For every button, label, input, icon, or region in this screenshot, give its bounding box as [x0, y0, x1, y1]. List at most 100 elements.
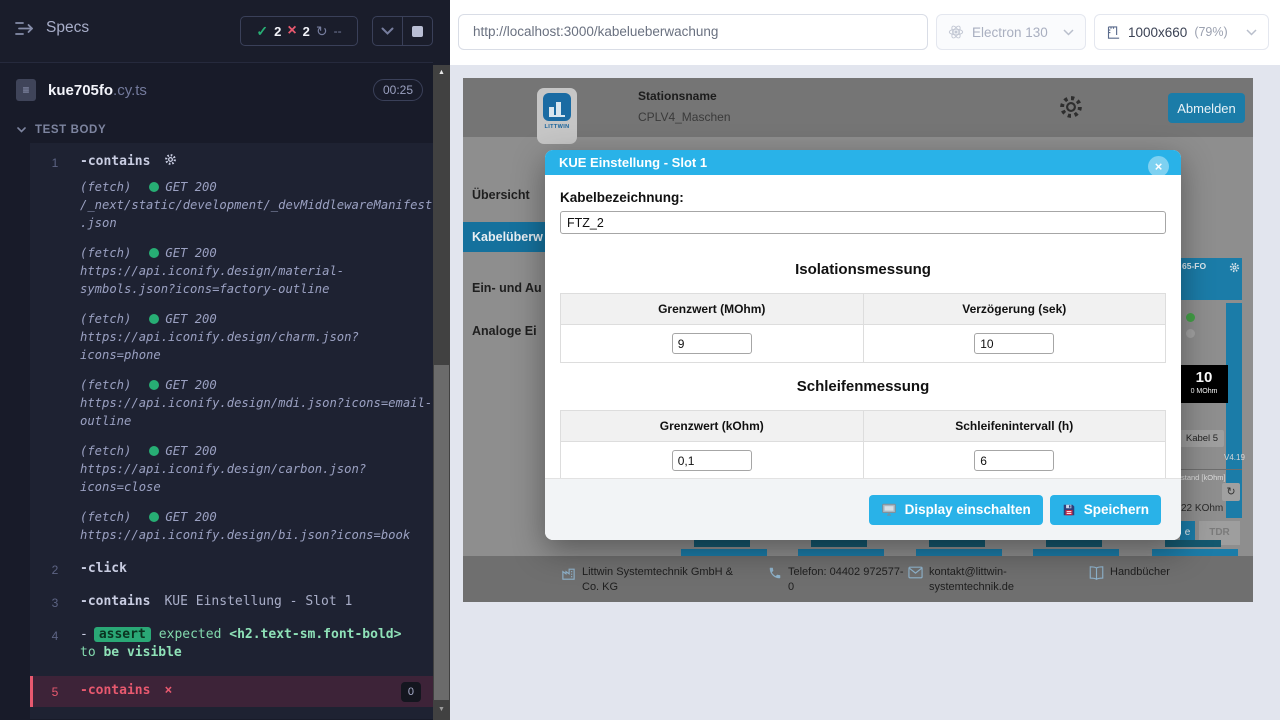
command-name: -contains — [80, 682, 150, 700]
station-name-value: CPLV4_Maschen — [638, 110, 731, 124]
fetch-url: https://api.iconify.design/charm.json?ic… — [80, 328, 433, 364]
monitor-icon — [881, 503, 897, 517]
specs-label: Specs — [46, 19, 89, 37]
fetch-log-entry[interactable]: (fetch)GET 200 https://api.iconify.desig… — [80, 376, 433, 430]
browser-chrome: http://localhost:3000/kabelueberwachung … — [450, 0, 1280, 65]
settings-gear-icon[interactable] — [1058, 94, 1084, 125]
sidebar-item-uebersicht[interactable]: Übersicht — [472, 188, 530, 202]
command-row-contains-1[interactable]: 1 -contains — [30, 149, 433, 176]
status-dot-icon — [149, 248, 159, 258]
led-grey-icon — [1186, 329, 1195, 338]
slot-gear-icon[interactable] — [1229, 260, 1240, 278]
refresh-icon[interactable]: ↻ — [1222, 483, 1240, 501]
isolation-delay-input[interactable] — [974, 333, 1054, 354]
sidebar-item-analoge-eingaenge[interactable]: Analoge Ei — [472, 324, 537, 338]
fetch-log-entry[interactable]: (fetch)GET 200 https://api.iconify.desig… — [80, 508, 433, 544]
fetch-status: GET 200 — [165, 310, 216, 328]
modal-title-bar: KUE Einstellung - Slot 1 × — [545, 150, 1181, 175]
status-dot-icon — [149, 446, 159, 456]
table-cell — [561, 442, 864, 480]
passed-icon: ✓ — [256, 23, 268, 40]
viewport-select[interactable]: 1000x660 (79%) — [1094, 14, 1269, 50]
collapse-button[interactable] — [373, 17, 402, 45]
failed-icon: × — [287, 23, 296, 39]
station-name-label: Stationsname — [638, 89, 717, 103]
fetch-log-entry[interactable]: (fetch)GET 200 https://api.iconify.desig… — [80, 310, 433, 364]
spec-file-name: kue705fo.cy.ts — [48, 82, 147, 99]
logout-button[interactable]: Abmelden — [1168, 93, 1245, 123]
footer-manuals[interactable]: Handbücher — [1089, 565, 1170, 580]
resistance-label: stand [kOhm] — [1181, 473, 1226, 482]
column-header: Grenzwert (kOhm) — [561, 411, 864, 442]
test-body-label: TEST BODY — [35, 124, 106, 136]
slot-cable-chip: Kabel 5 — [1180, 430, 1224, 447]
cable-name-label: Kabelbezeichnung: — [560, 190, 1166, 205]
spec-timer: 00:25 — [373, 79, 423, 101]
close-icon[interactable]: × — [1148, 156, 1169, 177]
command-row-assert[interactable]: 4 -assertexpected <h2.text-sm.font-bold>… — [30, 622, 433, 666]
display-on-button[interactable]: Display einschalten — [869, 495, 1043, 525]
save-label: Speichern — [1084, 502, 1149, 517]
fetch-url: https://api.iconify.design/mdi.json?icon… — [80, 394, 433, 430]
stop-icon — [412, 26, 423, 37]
specs-title[interactable]: Specs — [15, 19, 89, 37]
fetch-log-entry[interactable]: (fetch)GET 200 https://api.iconify.desig… — [80, 244, 433, 298]
command-row-click[interactable]: 2 -click — [30, 556, 433, 583]
specs-list-icon — [15, 20, 35, 37]
table-cell — [863, 442, 1166, 480]
isolation-limit-input[interactable] — [672, 333, 752, 354]
floppy-save-icon — [1062, 503, 1076, 517]
footer-phone[interactable]: Telefon: 04402 972577-0 — [768, 565, 908, 595]
loop-limit-input[interactable] — [672, 450, 752, 471]
retry-count-badge: 0 — [401, 682, 421, 702]
table-cell — [863, 325, 1166, 363]
slot-version: V4.19 — [1224, 453, 1245, 462]
slot-title: 65-FO — [1182, 261, 1206, 271]
spec-file-icon: ≡ — [16, 79, 36, 101]
failed-count: 2 — [303, 24, 310, 39]
sidebar-item-ein-ausgaenge[interactable]: Ein- und Au — [472, 281, 542, 295]
fail-x-icon: × — [164, 682, 172, 700]
fetch-label: (fetch) — [80, 244, 131, 262]
cypress-reporter-panel: Specs ✓ 2 × 2 ↻ -- ≡ kue705fo.cy.ts 00:2… — [0, 0, 433, 720]
fetch-label: (fetch) — [80, 376, 131, 394]
fetch-log-entry[interactable]: (fetch)GET 200 /_next/static/development… — [80, 178, 433, 232]
fetch-status: GET 200 — [165, 178, 216, 196]
command-number: 1 — [30, 153, 80, 172]
status-dot-icon — [149, 314, 159, 324]
scroll-down-arrow-icon[interactable]: ▼ — [433, 706, 450, 713]
command-number: 3 — [30, 593, 80, 612]
stop-button[interactable] — [402, 17, 432, 45]
url-bar[interactable]: http://localhost:3000/kabelueberwachung — [458, 14, 928, 50]
browser-select[interactable]: Electron 130 — [936, 14, 1086, 50]
fetch-status: GET 200 — [165, 244, 216, 262]
scrollbar-thumb[interactable] — [434, 365, 449, 700]
spec-file-row[interactable]: ≡ kue705fo.cy.ts 00:25 — [0, 63, 433, 117]
fetch-url: https://api.iconify.design/carbon.json?i… — [80, 460, 433, 496]
fetch-url: /_next/static/development/_devMiddleware… — [80, 196, 433, 232]
led-green-icon — [1186, 313, 1195, 322]
cable-name-input[interactable] — [560, 211, 1166, 234]
modal-footer: Display einschalten Speichern — [545, 478, 1181, 540]
command-number: 5 — [30, 682, 80, 701]
column-header: Grenzwert (MOhm) — [561, 294, 864, 325]
resistance-value: 22 KOhm — [1181, 503, 1223, 514]
fetch-status: GET 200 — [165, 442, 216, 460]
isolation-table: Grenzwert (MOhm) Verzögerung (sek) — [560, 293, 1166, 363]
footer-company-text: Littwin Systemtechnik GmbH & Co. KG — [582, 565, 742, 595]
email-icon — [908, 566, 923, 579]
test-body-section[interactable]: TEST BODY — [17, 124, 106, 136]
footer-email[interactable]: kontakt@littwin-systemtechnik.de — [908, 565, 1028, 595]
gear-icon — [164, 153, 177, 166]
save-button[interactable]: Speichern — [1050, 495, 1161, 525]
command-row-contains-failed[interactable]: 5 -contains × 0 — [30, 676, 433, 707]
command-log: 1 -contains (fetch)GET 200 /_next/static… — [30, 143, 433, 719]
loop-heading: Schleifenmessung — [560, 378, 1166, 395]
isolation-heading: Isolationsmessung — [560, 261, 1166, 278]
loop-interval-input[interactable] — [974, 450, 1054, 471]
scroll-up-arrow-icon[interactable]: ▲ — [433, 69, 450, 76]
command-name: -contains — [80, 593, 150, 611]
command-row-contains-2[interactable]: 3 -contains KUE Einstellung - Slot 1 — [30, 589, 433, 616]
column-header: Schleifenintervall (h) — [863, 411, 1166, 442]
fetch-log-entry[interactable]: (fetch)GET 200 https://api.iconify.desig… — [80, 442, 433, 496]
